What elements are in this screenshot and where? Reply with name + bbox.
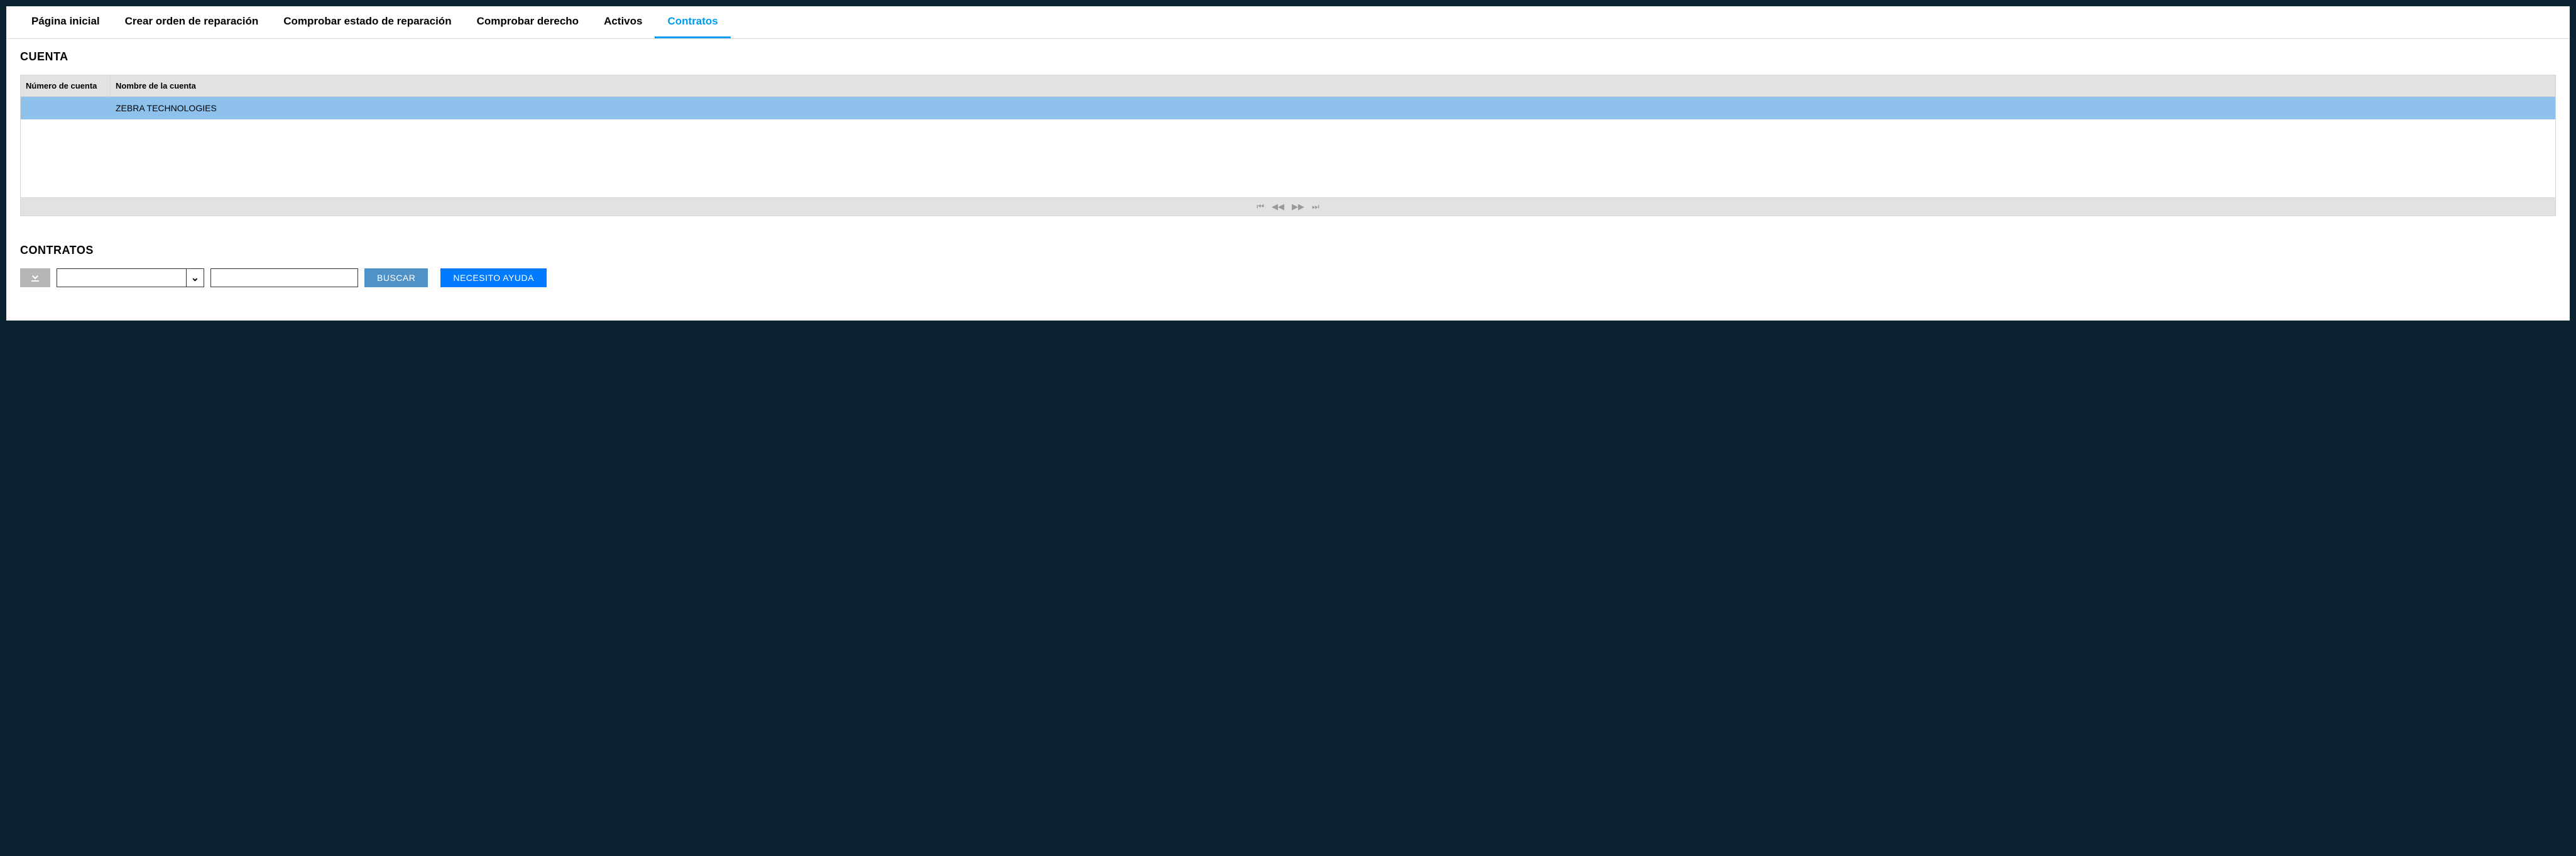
- tab-crear-orden[interactable]: Crear orden de reparación: [112, 6, 271, 38]
- help-button[interactable]: NECESITO AYUDA: [440, 268, 547, 287]
- cuenta-table-body: ZEBRA TECHNOLOGIES: [21, 97, 2555, 197]
- tab-contratos[interactable]: Contratos: [655, 6, 730, 38]
- cell-account-number: [21, 97, 111, 119]
- filter-input[interactable]: [210, 268, 358, 287]
- pager-first-icon[interactable]: ⏮: [1255, 202, 1265, 212]
- cell-account-name: ZEBRA TECHNOLOGIES: [111, 97, 2555, 119]
- cuenta-table-header: Número de cuenta Nombre de la cuenta: [21, 75, 2555, 97]
- col-header-account-name: Nombre de la cuenta: [111, 75, 2555, 96]
- nav-tabs: Página inicial Crear orden de reparación…: [6, 6, 2570, 39]
- app-frame: Página inicial Crear orden de reparación…: [6, 6, 2570, 321]
- filter-select-wrap: ⌄: [57, 268, 204, 287]
- table-row[interactable]: ZEBRA TECHNOLOGIES: [21, 97, 2555, 119]
- tab-activos[interactable]: Activos: [591, 6, 655, 38]
- tab-comprobar-estado[interactable]: Comprobar estado de reparación: [271, 6, 464, 38]
- tab-pagina-inicial[interactable]: Página inicial: [19, 6, 112, 38]
- pagination-bar: ⏮ ◀◀ ▶▶ ⏭: [21, 197, 2555, 216]
- tab-comprobar-derecho[interactable]: Comprobar derecho: [464, 6, 591, 38]
- download-button[interactable]: [20, 268, 50, 287]
- pager-next-icon[interactable]: ▶▶: [1291, 202, 1306, 212]
- filter-select[interactable]: [57, 269, 204, 287]
- pager-last-icon[interactable]: ⏭: [1311, 202, 1321, 212]
- col-header-account-number: Número de cuenta: [21, 75, 111, 96]
- cuenta-table: Número de cuenta Nombre de la cuenta ZEB…: [20, 75, 2556, 216]
- contratos-toolbar: ⌄ BUSCAR NECESITO AYUDA: [20, 268, 2556, 287]
- pager-prev-icon[interactable]: ◀◀: [1270, 202, 1285, 212]
- search-button[interactable]: BUSCAR: [364, 268, 428, 287]
- cuenta-heading: CUENTA: [20, 50, 2556, 63]
- download-icon: [30, 272, 40, 285]
- contratos-heading: CONTRATOS: [20, 244, 2556, 257]
